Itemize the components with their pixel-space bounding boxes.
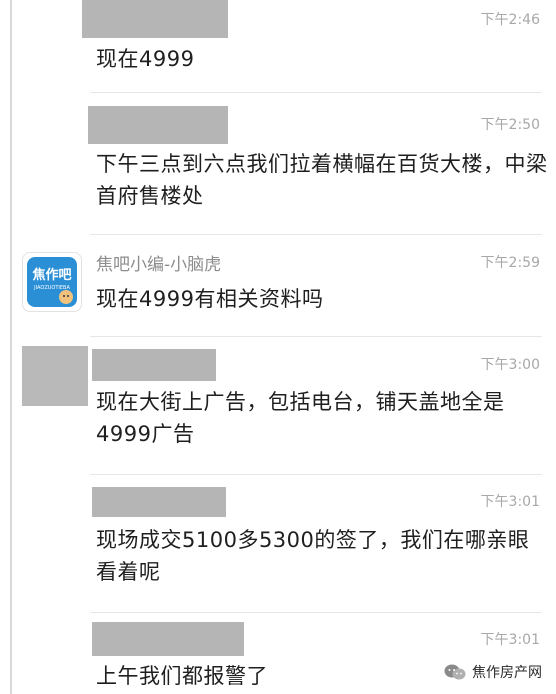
sender-avatar-redacted[interactable] bbox=[22, 346, 88, 406]
sender-name-redacted bbox=[92, 349, 216, 381]
jiaozuoba-logo-icon: 焦作吧 JIAOZUOTIEBA bbox=[27, 257, 77, 307]
sender-name-redacted bbox=[88, 106, 228, 144]
message-time: 下午2:46 bbox=[480, 12, 540, 28]
message-text: 下午三点到六点我们拉着横幅在百货大楼，中梁首府售楼处 bbox=[96, 152, 548, 208]
divider bbox=[90, 612, 542, 613]
sender-name: 焦吧小编-小脑虎 bbox=[96, 255, 222, 275]
message-time: 下午3:01 bbox=[480, 632, 540, 648]
message-text: 现在4999有相关资料吗 bbox=[96, 287, 324, 311]
divider bbox=[90, 336, 542, 337]
message-time: 下午3:01 bbox=[480, 494, 540, 510]
logo-brand-text: 焦作吧 bbox=[31, 267, 71, 283]
sender-name-redacted bbox=[92, 622, 244, 656]
message-text: 现场成交5100多5300的签了，我们在哪亲眼看着呢 bbox=[96, 528, 530, 584]
sender-avatar[interactable]: 焦作吧 JIAOZUOTIEBA bbox=[22, 252, 82, 312]
message-text: 现在4999 bbox=[96, 47, 195, 71]
message-time: 下午3:00 bbox=[480, 357, 540, 373]
message-text: 现在大街上广告，包括电台，铺天盖地全是4999广告 bbox=[96, 390, 505, 446]
divider bbox=[90, 474, 542, 475]
sender-name-redacted bbox=[82, 0, 228, 38]
divider bbox=[90, 92, 542, 93]
message-time: 下午2:59 bbox=[480, 255, 540, 271]
watermark: 焦作房产网 bbox=[438, 658, 548, 686]
left-border-line bbox=[10, 0, 12, 694]
message-time: 下午2:50 bbox=[480, 117, 540, 133]
wechat-icon bbox=[444, 664, 466, 680]
watermark-label: 焦作房产网 bbox=[472, 665, 542, 681]
sender-name-redacted bbox=[92, 487, 226, 517]
divider bbox=[90, 234, 542, 235]
